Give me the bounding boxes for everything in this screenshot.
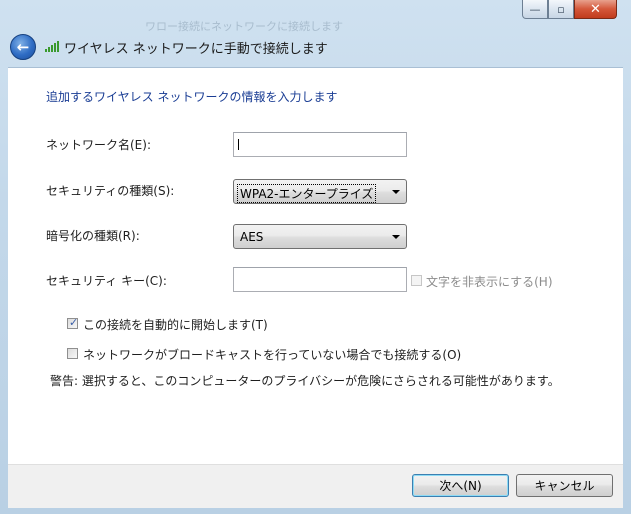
auto-connect-label: この接続を自動的に開始します(T) xyxy=(83,318,268,332)
security-key-label: セキュリティ キー(C): xyxy=(46,274,167,288)
security-key-input[interactable] xyxy=(233,267,407,292)
text-caret xyxy=(238,139,239,150)
hide-characters-checkbox[interactable] xyxy=(411,275,422,286)
next-button[interactable]: 次へ(N) xyxy=(412,474,509,497)
connect-hidden-label: ネットワークがブロードキャストを行っていない場合でも接続する(O) xyxy=(83,348,462,362)
security-type-label: セキュリティの種類(S): xyxy=(46,184,175,198)
cancel-button[interactable]: キャンセル xyxy=(516,474,613,497)
minimize-icon: — xyxy=(529,2,541,16)
maximize-icon: ▫ xyxy=(557,2,565,16)
window-controls: — ▫ ✕ xyxy=(522,0,617,20)
checkmark-icon: ✓ xyxy=(69,316,79,329)
window-title: ワイヤレス ネットワークに手動で接続します xyxy=(64,42,328,57)
security-type-value: WPA2-エンタープライズ xyxy=(236,184,377,203)
maximize-button[interactable]: ▫ xyxy=(548,0,574,19)
content-panel xyxy=(8,67,623,465)
back-arrow-icon: ← xyxy=(16,38,30,56)
privacy-warning: 警告: 選択すると、このコンピューターのプライバシーが危険にさらされる可能性があ… xyxy=(50,374,560,388)
network-name-input[interactable] xyxy=(233,132,407,157)
security-type-select[interactable]: WPA2-エンタープライズ xyxy=(233,179,407,204)
encryption-type-label: 暗号化の種類(R): xyxy=(46,229,140,243)
chevron-down-icon xyxy=(392,190,400,194)
back-button[interactable]: ← xyxy=(10,34,36,60)
chevron-down-icon xyxy=(392,235,400,239)
minimize-button[interactable]: — xyxy=(522,0,548,19)
auto-connect-checkbox[interactable]: ✓ xyxy=(67,316,79,329)
encryption-type-value: AES xyxy=(240,230,264,244)
background-ghost-text: ワロー接続にネットワークに接続します xyxy=(145,20,343,33)
hide-characters-label: 文字を非表示にする(H) xyxy=(426,275,553,289)
close-icon: ✕ xyxy=(590,1,601,17)
network-name-label: ネットワーク名(E): xyxy=(46,138,151,152)
wireless-signal-icon xyxy=(45,41,59,52)
connect-hidden-checkbox[interactable] xyxy=(67,348,78,359)
encryption-type-select[interactable]: AES xyxy=(233,224,407,249)
page-heading: 追加するワイヤレス ネットワークの情報を入力します xyxy=(46,90,338,104)
close-button[interactable]: ✕ xyxy=(574,0,617,19)
